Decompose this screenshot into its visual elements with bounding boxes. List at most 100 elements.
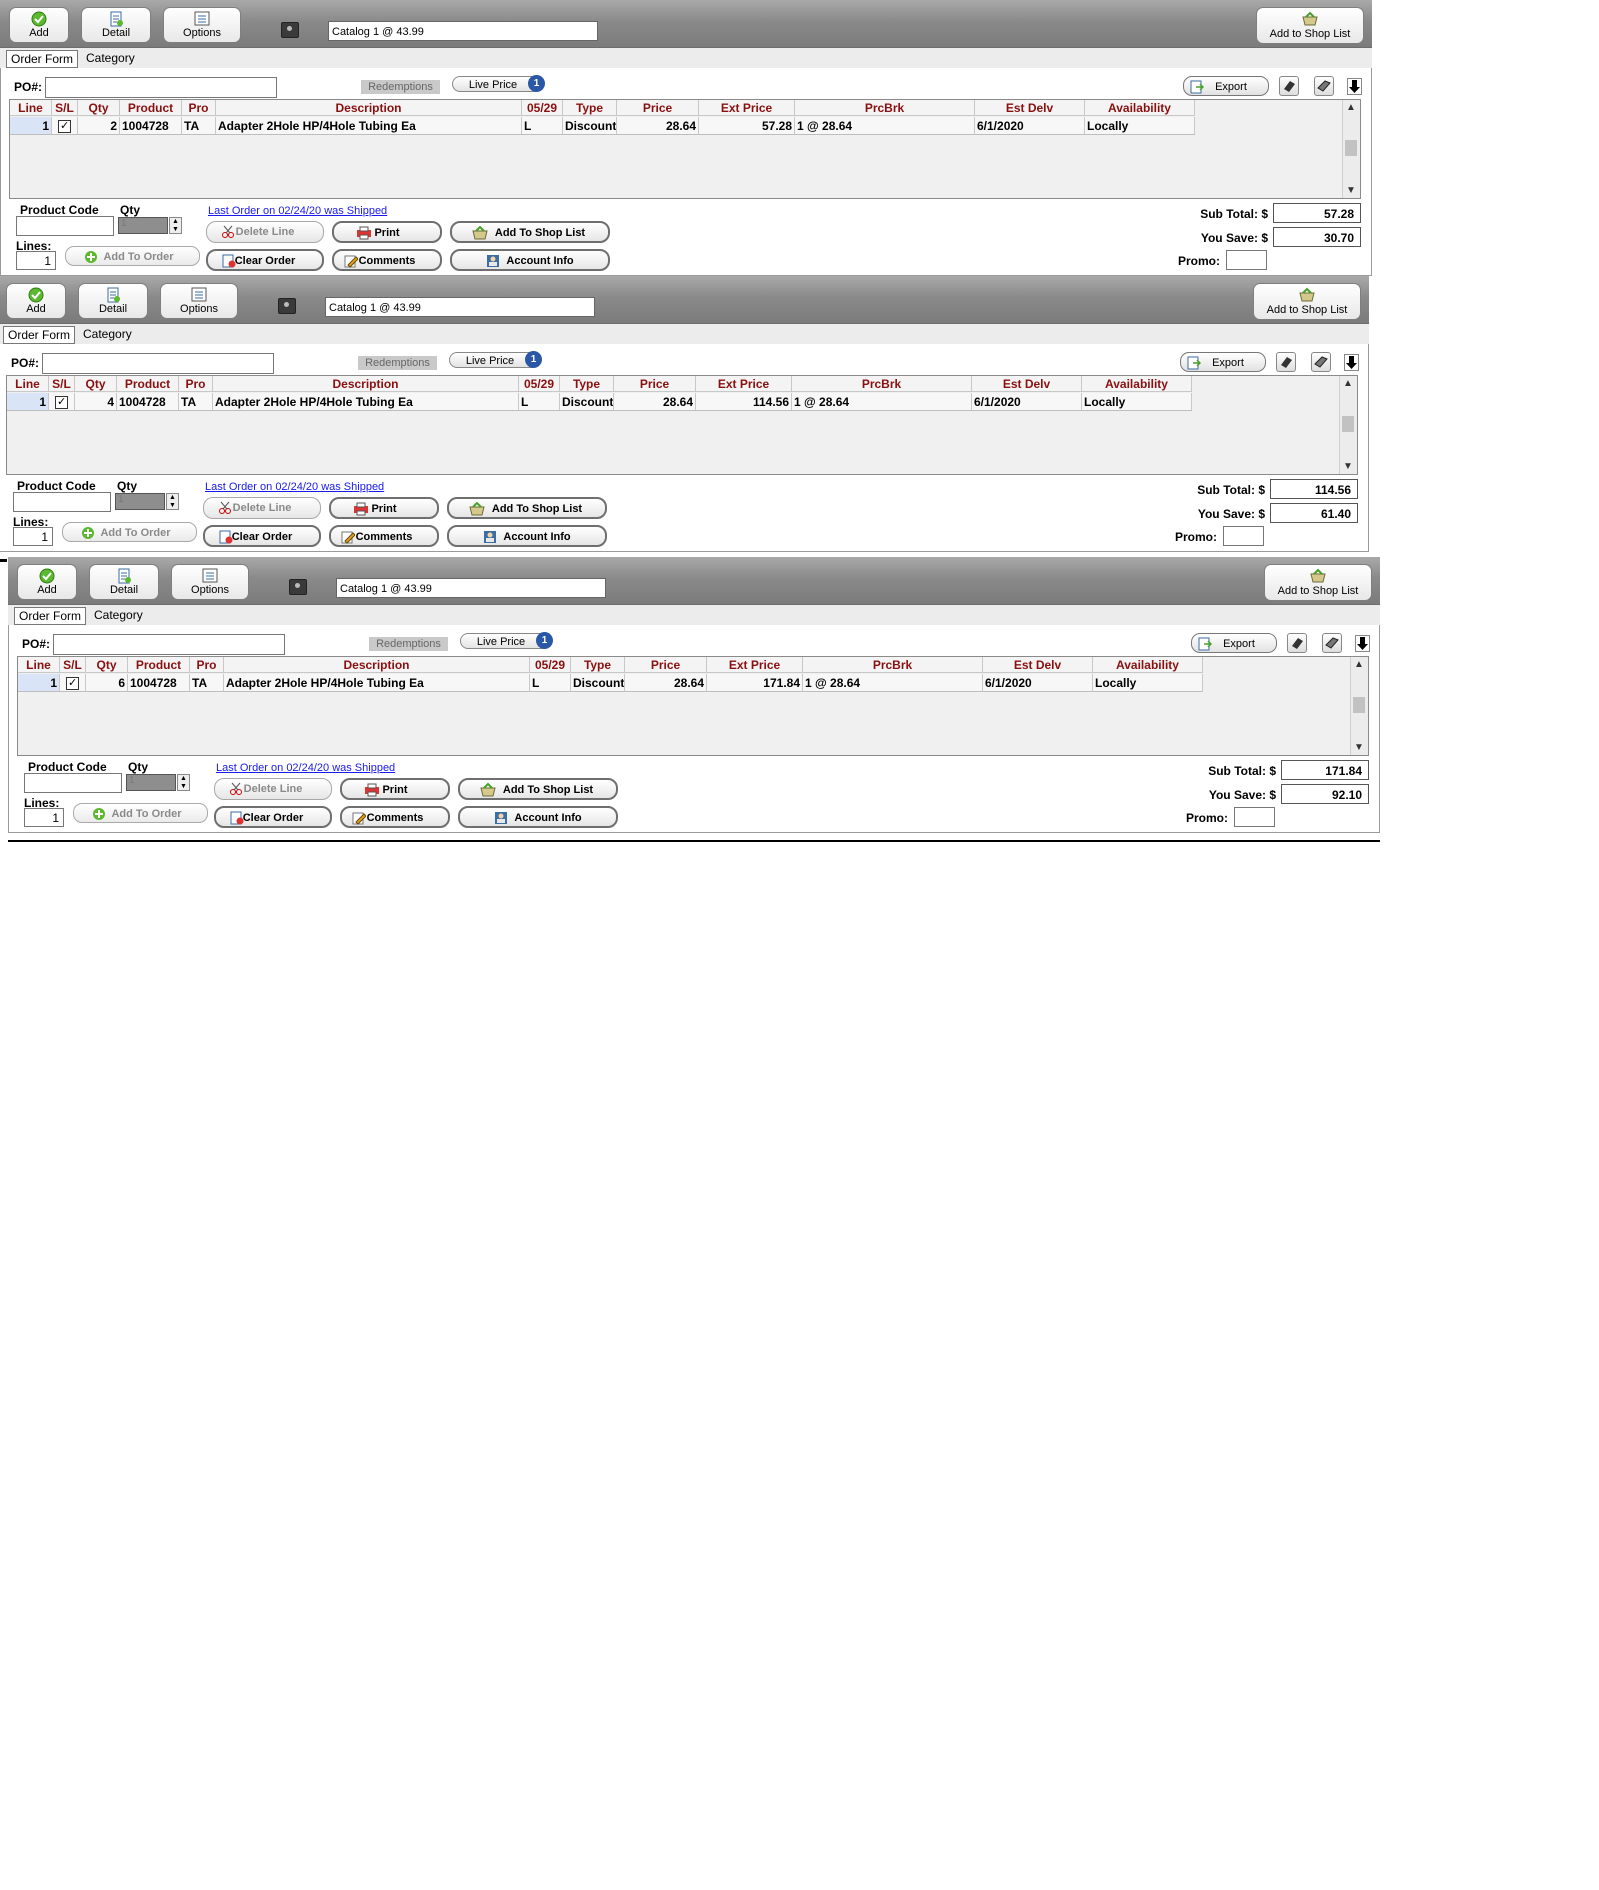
col-header-product[interactable]: Product <box>128 657 190 673</box>
cell-line[interactable]: 1 <box>10 117 52 135</box>
export-button[interactable]: Export <box>1180 352 1266 372</box>
sl-checkbox[interactable] <box>58 117 71 134</box>
redemptions-button[interactable]: Redemptions <box>361 80 440 94</box>
cell-line[interactable]: 1 <box>18 674 60 692</box>
col-header-0529[interactable]: 05/29 <box>519 376 560 392</box>
col-header-ext-price[interactable]: Ext Price <box>707 657 803 673</box>
tab-order-form[interactable]: Order Form <box>6 50 79 68</box>
tab-category[interactable]: Category <box>79 326 136 342</box>
catalog-selector[interactable]: Catalog 1 @ 43.99 <box>325 297 595 317</box>
cell-qty[interactable]: 2 <box>78 117 120 135</box>
qty-stepper[interactable]: ▲ ▼ <box>177 774 190 791</box>
scroll-up-icon[interactable]: ▲ <box>1354 659 1364 670</box>
cell-0529[interactable]: L <box>522 117 563 135</box>
cell-type[interactable]: Discount <box>571 674 625 692</box>
sl-checkbox[interactable] <box>55 393 68 410</box>
last-order-link[interactable]: Last Order on 02/24/20 was Shipped <box>216 762 395 774</box>
col-header-description[interactable]: Description <box>213 376 519 392</box>
camera-icon[interactable] <box>281 22 299 38</box>
comments-button[interactable]: Comments <box>329 525 439 547</box>
cell-ext-price[interactable]: 171.84 <box>707 674 803 692</box>
cell-est-delv[interactable]: 6/1/2020 <box>975 117 1085 135</box>
col-header-description[interactable]: Description <box>216 100 522 116</box>
qty-stepper[interactable]: ▲ ▼ <box>166 493 179 510</box>
cell-sl-checkbox[interactable] <box>60 674 86 692</box>
delete-line-button[interactable]: Delete Line <box>206 221 324 243</box>
account-info-button[interactable]: Account Info <box>447 525 607 547</box>
redemptions-button[interactable]: Redemptions <box>358 356 437 370</box>
grid-scrollbar[interactable]: ▲ ▼ <box>1350 657 1368 755</box>
cell-availability[interactable]: Locally <box>1085 117 1195 135</box>
detail-button[interactable]: Detail <box>81 7 151 43</box>
product-code-input[interactable] <box>24 773 122 793</box>
cell-qty[interactable]: 6 <box>86 674 128 692</box>
last-order-link[interactable]: Last Order on 02/24/20 was Shipped <box>208 205 387 217</box>
export-button[interactable]: Export <box>1191 633 1277 653</box>
col-header-ext-price[interactable]: Ext Price <box>696 376 792 392</box>
delete-line-button[interactable]: Delete Line <box>203 497 321 519</box>
cell-availability[interactable]: Locally <box>1082 393 1192 411</box>
cell-est-delv[interactable]: 6/1/2020 <box>972 393 1082 411</box>
qty-stepper[interactable]: ▲ ▼ <box>169 217 182 234</box>
add-to-shop-list-button[interactable]: Add To Shop List <box>450 221 610 243</box>
redemptions-button[interactable]: Redemptions <box>369 637 448 651</box>
detail-button[interactable]: Detail <box>89 564 159 600</box>
cell-0529[interactable]: L <box>519 393 560 411</box>
catalog-selector[interactable]: Catalog 1 @ 43.99 <box>336 578 606 598</box>
col-header-price[interactable]: Price <box>614 376 696 392</box>
lines-input[interactable]: 1 <box>24 808 64 827</box>
product-code-input[interactable] <box>16 216 114 236</box>
down-arrow-button[interactable] <box>1344 354 1359 371</box>
cell-sl-checkbox[interactable] <box>49 393 75 411</box>
po-input[interactable] <box>53 634 285 655</box>
col-header-pro[interactable]: Pro <box>182 100 216 116</box>
options-button[interactable]: Options <box>160 283 238 319</box>
qty-input[interactable]: 1 <box>126 774 176 791</box>
last-order-link[interactable]: Last Order on 02/24/20 was Shipped <box>205 481 384 493</box>
cell-pro[interactable]: TA <box>190 674 224 692</box>
cell-type[interactable]: Discount <box>563 117 617 135</box>
cell-0529[interactable]: L <box>530 674 571 692</box>
cell-type[interactable]: Discount <box>560 393 614 411</box>
col-header-est-delv[interactable]: Est Delv <box>975 100 1085 116</box>
col-header-type[interactable]: Type <box>560 376 614 392</box>
cell-est-delv[interactable]: 6/1/2020 <box>983 674 1093 692</box>
options-button[interactable]: Options <box>163 7 241 43</box>
add-button[interactable]: Add <box>6 283 66 319</box>
col-header-pro[interactable]: Pro <box>179 376 213 392</box>
eraser-button[interactable] <box>1279 76 1299 96</box>
tag-button[interactable] <box>1322 633 1342 653</box>
cell-ext-price[interactable]: 114.56 <box>696 393 792 411</box>
col-header-sl[interactable]: S/L <box>52 100 78 116</box>
col-header-pro[interactable]: Pro <box>190 657 224 673</box>
camera-icon[interactable] <box>278 298 296 314</box>
col-header-est-delv[interactable]: Est Delv <box>972 376 1082 392</box>
account-info-button[interactable]: Account Info <box>458 806 618 828</box>
col-header-product[interactable]: Product <box>120 100 182 116</box>
delete-line-button[interactable]: Delete Line <box>214 778 332 800</box>
add-button[interactable]: Add <box>17 564 77 600</box>
scroll-up-icon[interactable]: ▲ <box>1343 378 1353 389</box>
cell-description[interactable]: Adapter 2Hole HP/4Hole Tubing Ea <box>213 393 519 411</box>
cell-product[interactable]: 1004728 <box>117 393 179 411</box>
cell-prcbrk[interactable]: 1 @ 28.64 <box>795 117 975 135</box>
eraser-button[interactable] <box>1287 633 1307 653</box>
add-to-shop-list-button[interactable]: Add To Shop List <box>458 778 618 800</box>
cell-ext-price[interactable]: 57.28 <box>699 117 795 135</box>
cell-description[interactable]: Adapter 2Hole HP/4Hole Tubing Ea <box>224 674 530 692</box>
add-to-shop-list-toolbar-button[interactable]: Add to Shop List <box>1264 564 1372 601</box>
promo-input[interactable] <box>1234 807 1275 827</box>
cell-prcbrk[interactable]: 1 @ 28.64 <box>792 393 972 411</box>
product-code-input[interactable] <box>13 492 111 512</box>
comments-button[interactable]: Comments <box>332 249 442 271</box>
options-button[interactable]: Options <box>171 564 249 600</box>
lines-input[interactable]: 1 <box>13 527 53 546</box>
add-to-order-button[interactable]: Add To Order <box>65 246 200 266</box>
tab-order-form[interactable]: Order Form <box>3 326 76 344</box>
add-to-shop-list-button[interactable]: Add To Shop List <box>447 497 607 519</box>
grid-scrollbar[interactable]: ▲ ▼ <box>1342 100 1360 198</box>
col-header-availability[interactable]: Availability <box>1082 376 1192 392</box>
live-price-button[interactable]: Live Price 1 <box>452 75 545 92</box>
scroll-down-icon[interactable]: ▼ <box>1343 461 1353 472</box>
cell-availability[interactable]: Locally <box>1093 674 1203 692</box>
